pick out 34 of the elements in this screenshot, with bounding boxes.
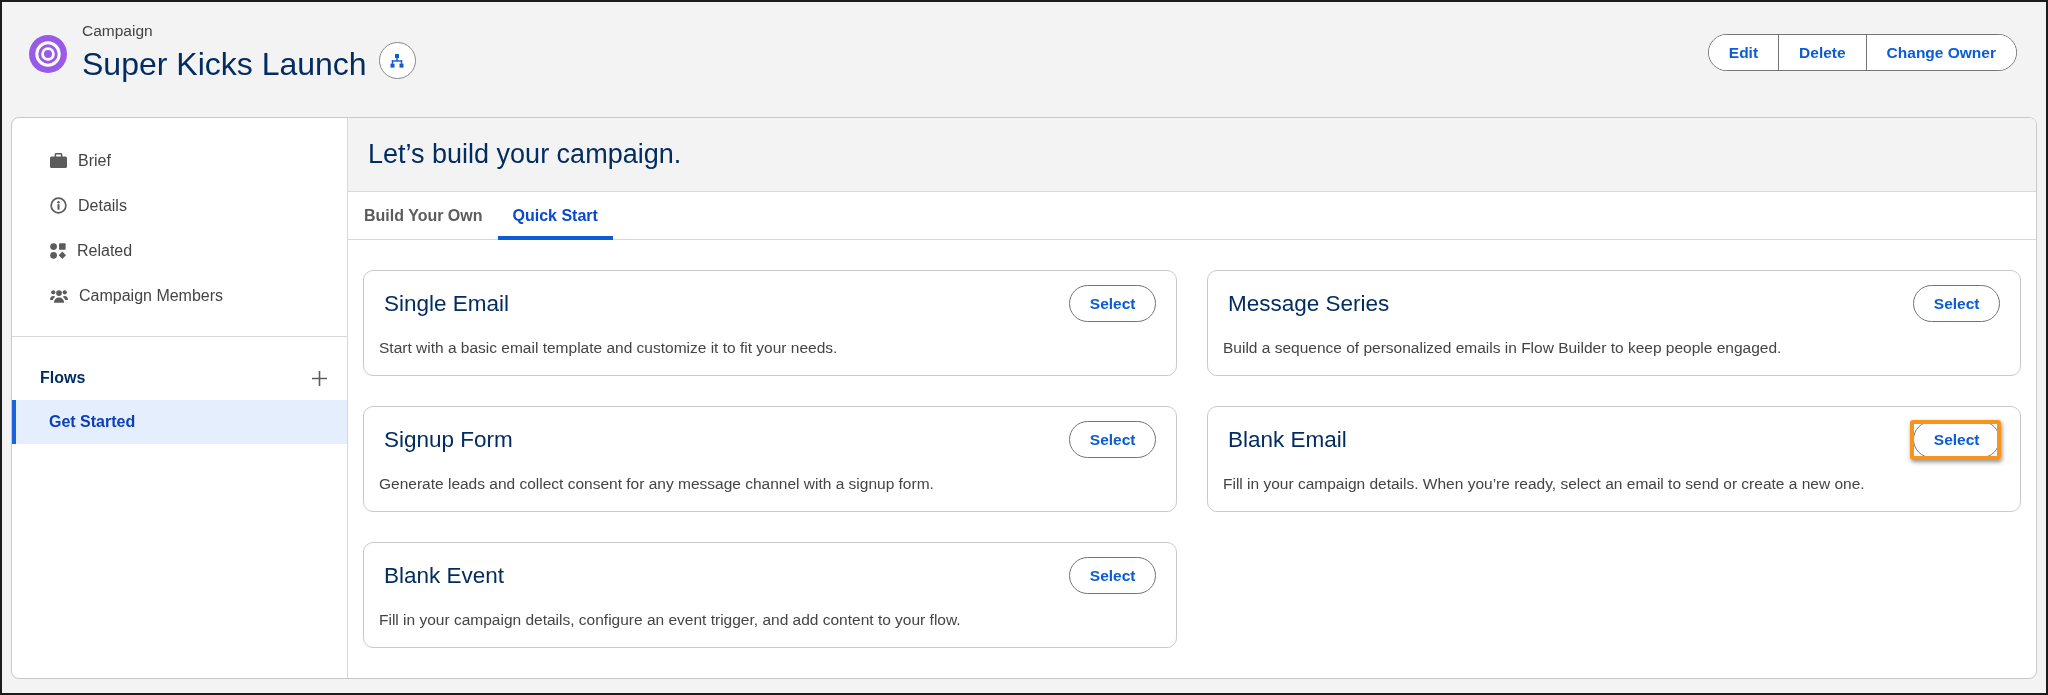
flow-item[interactable]: Get Started bbox=[12, 400, 347, 444]
page-heading: Let’s build your campaign. bbox=[368, 138, 682, 170]
card-title: Signup Form bbox=[383, 426, 513, 453]
card-title: Single Email bbox=[383, 290, 510, 317]
header-action-button[interactable]: Change Owner bbox=[1865, 35, 2016, 70]
sidebar-item[interactable]: Campaign Members bbox=[50, 273, 224, 318]
select-button[interactable]: Select bbox=[1069, 421, 1156, 458]
record-title: Super Kicks Launch bbox=[82, 44, 367, 84]
select-button[interactable]: Select bbox=[1913, 285, 2000, 322]
card-title: Blank Email bbox=[1227, 426, 1347, 453]
people-icon bbox=[50, 288, 68, 303]
plus-icon[interactable] bbox=[312, 370, 327, 386]
sidebar-item[interactable]: Related bbox=[50, 228, 133, 273]
select-button[interactable]: Select bbox=[1069, 285, 1156, 322]
card-description: Build a sequence of personalized emails in Flow Builder to keep people engaged. bbox=[1223, 338, 1783, 358]
hierarchy-icon bbox=[390, 53, 405, 68]
card-description: Fill in your campaign details, configure an event trigger, and add content to your flow. bbox=[379, 610, 962, 630]
flows-heading: Flows bbox=[40, 369, 86, 387]
tab[interactable]: Build Your Own bbox=[349, 191, 498, 240]
select-button[interactable]: Select bbox=[1069, 557, 1156, 594]
tab[interactable]: Quick Start bbox=[497, 191, 613, 240]
shapes-icon bbox=[50, 242, 66, 259]
card-description: Start with a basic email template and customize it to fit your needs. bbox=[379, 338, 839, 358]
briefcase-icon bbox=[50, 153, 67, 168]
info-icon bbox=[50, 197, 67, 214]
card-title: Blank Event bbox=[383, 562, 505, 589]
card-title: Message Series bbox=[1227, 290, 1390, 317]
card-description: Fill in your campaign details. When you’re ready, select an email to send or create a new one. bbox=[1223, 474, 1866, 494]
hierarchy-button[interactable] bbox=[378, 42, 416, 79]
target-icon bbox=[29, 34, 67, 73]
object-type-label: Campaign bbox=[82, 22, 154, 40]
sidebar-item[interactable]: Brief bbox=[50, 138, 111, 183]
sidebar-item[interactable]: Details bbox=[50, 183, 127, 228]
card-description: Generate leads and collect consent for any message channel with a signup form. bbox=[379, 474, 935, 494]
